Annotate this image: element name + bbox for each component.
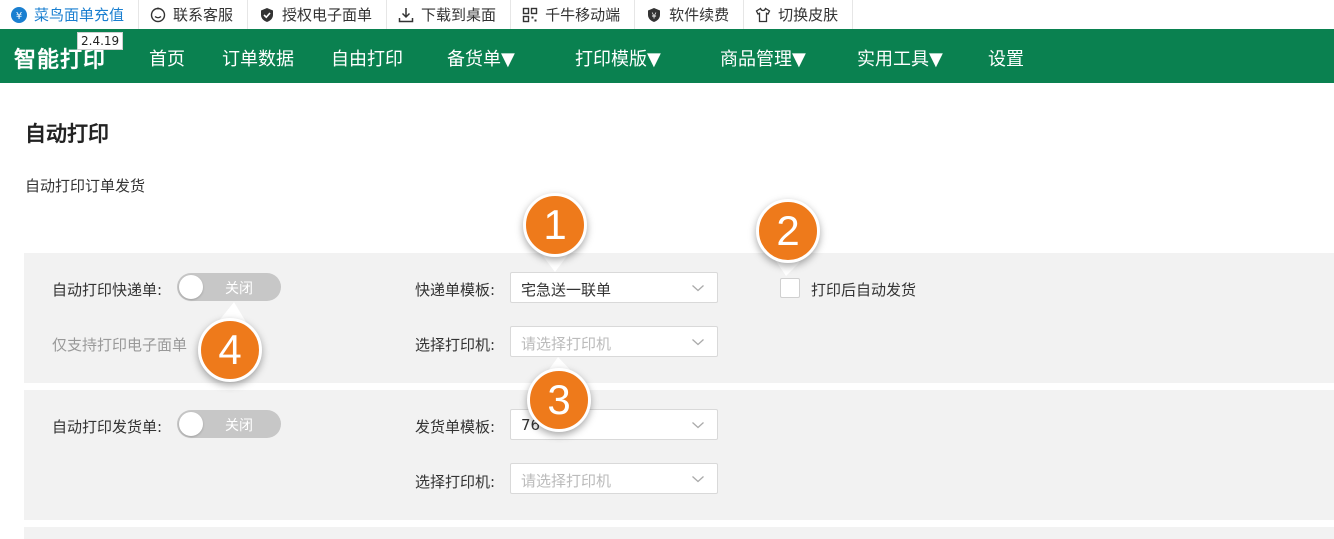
nav-item-products[interactable]: 商品管理▼: [720, 45, 806, 71]
auto-print-ship-label: 自动打印发货单:: [52, 418, 163, 436]
toolbar-item-label: 下载到桌面: [421, 6, 497, 24]
shield-yen-icon: ¥: [645, 6, 663, 24]
auto-print-express-label: 自动打印快递单:: [52, 281, 163, 299]
toolbar-item-label: 千牛移动端: [545, 6, 621, 24]
toolbar-item-support[interactable]: 联系客服: [139, 0, 249, 29]
smile-icon: [149, 6, 167, 24]
toolbar-item-authorize[interactable]: 授权电子面单: [248, 0, 388, 29]
toolbar-item-mobile[interactable]: 千牛移动端: [511, 0, 636, 29]
chevron-down-icon: [692, 422, 704, 429]
toggle-knob: [179, 412, 203, 436]
select-placeholder: 请选择打印机: [521, 472, 612, 490]
qrcode-icon: [521, 6, 539, 24]
toolbar-item-label: 联系客服: [173, 6, 234, 24]
express-template-label: 快递单模板:: [415, 281, 496, 299]
yen-icon: ¥: [10, 6, 28, 24]
auto-print-ship-toggle[interactable]: 关闭: [177, 410, 281, 438]
ship-template-label: 发货单模板:: [415, 418, 496, 436]
toggle-state-text: 关闭: [225, 281, 253, 297]
download-icon: [397, 6, 415, 24]
ship-printer-select[interactable]: 请选择打印机: [510, 463, 718, 494]
nav-item-orders[interactable]: 订单数据: [222, 45, 294, 71]
express-printer-label: 选择打印机:: [415, 336, 496, 354]
toolbar-item-skin[interactable]: 切换皮肤: [744, 0, 854, 29]
nav-item-stock-list[interactable]: 备货单▼: [447, 45, 515, 71]
main-nav: 智能打印 2.4.19 首页 订单数据 自由打印 备货单▼ 打印模版▼ 商品管理…: [0, 29, 1334, 83]
auto-print-express-toggle[interactable]: 关闭: [177, 273, 281, 301]
next-panel-edge: [24, 527, 1334, 539]
version-badge: 2.4.19: [77, 32, 124, 50]
toolbar-item-label: 切换皮肤: [778, 6, 839, 24]
svg-text:¥: ¥: [652, 11, 657, 20]
chevron-down-icon: [692, 339, 704, 346]
chevron-down-icon: [692, 476, 704, 483]
nav-item-free-print[interactable]: 自由打印: [331, 45, 403, 71]
top-toolbar: ¥ 菜鸟面单充值 联系客服 授权电子面单 下载到桌面 千牛移动端 ¥ 软件续费: [0, 0, 1334, 29]
annotation-marker-4: 4: [198, 318, 262, 382]
annotation-marker-2: 2: [756, 199, 820, 263]
auto-ship-checkbox[interactable]: [780, 278, 800, 298]
svg-text:¥: ¥: [16, 11, 22, 22]
toolbar-item-label: 菜鸟面单充值: [34, 6, 125, 24]
annotation-marker-3: 3: [527, 368, 591, 432]
shield-check-icon: [258, 6, 276, 24]
chevron-down-icon: [692, 285, 704, 292]
ship-order-print-panel: 自动打印发货单: 关闭 发货单模板: 76 选择打印机: 请选择打印机: [24, 390, 1334, 520]
auto-ship-label: 打印后自动发货: [811, 281, 917, 299]
toolbar-item-label: 授权电子面单: [282, 6, 373, 24]
toolbar-item-renew[interactable]: ¥ 软件续费: [635, 0, 745, 29]
express-printer-select[interactable]: 请选择打印机: [510, 326, 718, 357]
nav-item-home[interactable]: 首页: [149, 45, 185, 71]
toolbar-item-recharge[interactable]: ¥ 菜鸟面单充值: [0, 0, 140, 29]
page-title: 自动打印: [25, 122, 109, 146]
nav-item-print-templates[interactable]: 打印模版▼: [575, 45, 661, 71]
annotation-marker-1: 1: [523, 193, 587, 257]
toolbar-item-label: 软件续费: [669, 6, 730, 24]
ship-printer-label: 选择打印机:: [415, 473, 496, 491]
toolbar-item-download[interactable]: 下载到桌面: [387, 0, 512, 29]
select-placeholder: 请选择打印机: [521, 335, 612, 353]
nav-item-tools[interactable]: 实用工具▼: [857, 45, 943, 71]
shirt-icon: [754, 6, 772, 24]
express-template-select[interactable]: 宅急送一联单: [510, 272, 718, 303]
electronic-waybill-note: 仅支持打印电子面单: [52, 336, 188, 354]
select-value: 宅急送一联单: [521, 281, 612, 299]
page-subtitle: 自动打印订单发货: [25, 177, 146, 195]
nav-item-settings[interactable]: 设置: [988, 45, 1024, 71]
toggle-state-text: 关闭: [225, 418, 253, 434]
toggle-knob: [179, 275, 203, 299]
